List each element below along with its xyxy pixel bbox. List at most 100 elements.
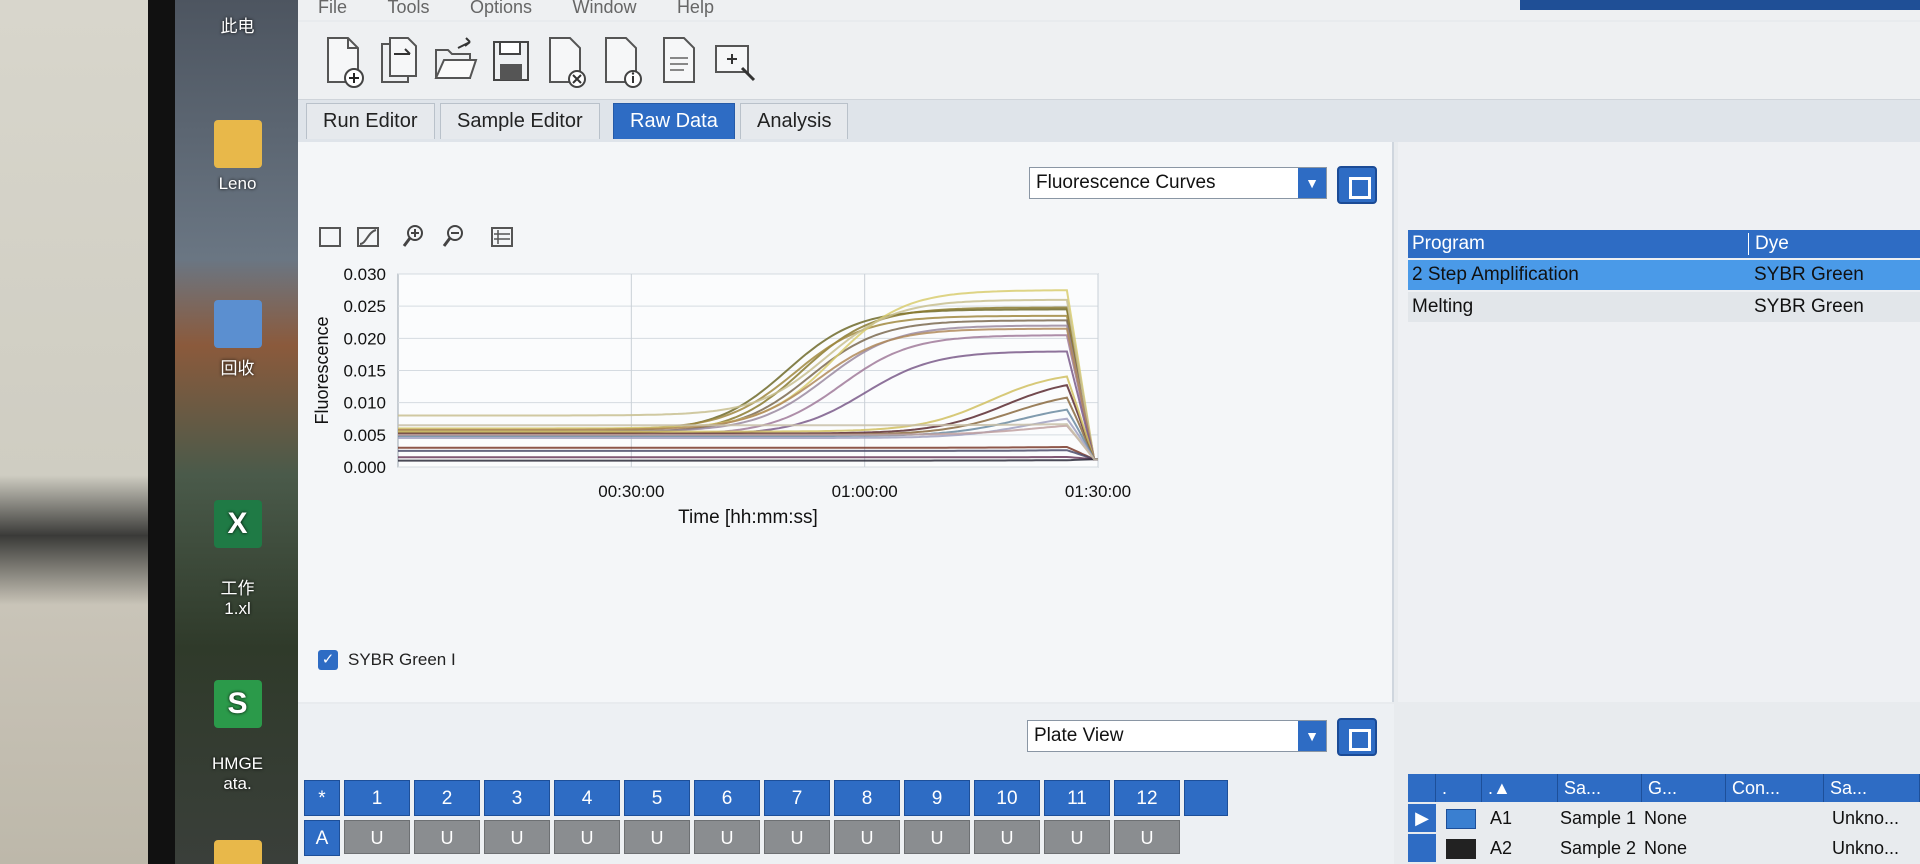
program-row[interactable]: 2 Step Amplification SYBR Green bbox=[1408, 260, 1920, 290]
plate-view-select[interactable]: Plate View ▼ bbox=[1027, 720, 1327, 752]
plate-well[interactable]: U bbox=[1114, 820, 1180, 854]
plate-column-header[interactable]: 7 bbox=[764, 780, 830, 816]
plate-header-filler bbox=[1184, 780, 1228, 816]
menu-options[interactable]: Options bbox=[470, 0, 532, 18]
plate-well[interactable]: U bbox=[974, 820, 1040, 854]
zoom-out-icon[interactable] bbox=[440, 222, 468, 250]
menu-help[interactable]: Help bbox=[677, 0, 714, 18]
plate-column-header[interactable]: 6 bbox=[694, 780, 760, 816]
program-row[interactable]: Melting SYBR Green bbox=[1408, 292, 1920, 322]
file-info-icon[interactable] bbox=[600, 34, 646, 90]
sample-header-name[interactable]: Sa... bbox=[1558, 774, 1642, 802]
plate-column-header[interactable]: 9 bbox=[904, 780, 970, 816]
plate-well[interactable]: U bbox=[1044, 820, 1110, 854]
x-tick-label: 01:00:00 bbox=[832, 482, 898, 501]
sample-header-col[interactable]: . bbox=[1436, 774, 1482, 802]
desktop-icon-excel[interactable]: X 工作 1.xl bbox=[175, 480, 300, 619]
sample-header-group[interactable]: G... bbox=[1642, 774, 1726, 802]
x-axis-label: Time [hh:mm:ss] bbox=[678, 507, 818, 528]
plate-column-header[interactable]: 10 bbox=[974, 780, 1040, 816]
sample-type: Unkno... bbox=[1832, 838, 1900, 858]
zoom-select-icon[interactable] bbox=[712, 34, 758, 90]
desktop-icon-label: Leno bbox=[218, 174, 257, 193]
plate-well[interactable]: U bbox=[484, 820, 550, 854]
sample-header-concentration[interactable]: Con... bbox=[1726, 774, 1824, 802]
plate-row-header[interactable]: A bbox=[304, 820, 340, 856]
y-tick-label: 0.005 bbox=[343, 426, 386, 445]
program-panel: Program Dye 2 Step Amplification SYBR Gr… bbox=[1398, 142, 1920, 702]
plate-well[interactable]: U bbox=[344, 820, 410, 854]
column-dye[interactable]: Dye bbox=[1748, 233, 1789, 255]
plate-column-header[interactable]: 12 bbox=[1114, 780, 1180, 816]
desktop-icon-recycle-bin[interactable]: 回收 bbox=[175, 300, 300, 379]
legend-label: SYBR Green I bbox=[348, 650, 456, 669]
menu-file[interactable]: File bbox=[318, 0, 347, 18]
desktop: 此电 Leno 回收 X 工作 1.xl S HMGE ata. bbox=[175, 0, 300, 864]
copy-file-icon[interactable] bbox=[376, 34, 422, 90]
select-rect-icon[interactable] bbox=[316, 222, 344, 250]
program-table-header: Program Dye bbox=[1408, 230, 1920, 258]
tab-sample-editor[interactable]: Sample Editor bbox=[440, 103, 600, 139]
tab-analysis[interactable]: Analysis bbox=[740, 103, 849, 139]
sample-position: A2 bbox=[1490, 838, 1513, 858]
close-file-icon[interactable] bbox=[544, 34, 590, 90]
desktop-icon-sheet[interactable]: S HMGE ata. bbox=[175, 660, 300, 794]
sample-name: Sample 1 bbox=[1560, 808, 1637, 828]
plate-well[interactable]: U bbox=[694, 820, 760, 854]
chart-settings-icon[interactable] bbox=[488, 222, 516, 250]
desktop-icon-folder-2[interactable] bbox=[175, 840, 300, 864]
plate-column-header[interactable]: 3 bbox=[484, 780, 550, 816]
excel-icon: X bbox=[213, 500, 262, 548]
open-folder-icon[interactable] bbox=[432, 34, 478, 90]
plate-well[interactable]: U bbox=[624, 820, 690, 854]
toolbar bbox=[298, 22, 1920, 100]
maximize-chart-button[interactable] bbox=[1337, 166, 1377, 204]
chevron-down-icon[interactable]: ▼ bbox=[1298, 721, 1326, 751]
plate-column-header[interactable]: 11 bbox=[1044, 780, 1110, 816]
program-name: 2 Step Amplification bbox=[1412, 264, 1579, 285]
plate-well[interactable]: U bbox=[834, 820, 900, 854]
plate-corner[interactable]: * bbox=[304, 780, 340, 816]
plate-column-header[interactable]: 8 bbox=[834, 780, 900, 816]
sample-header-type[interactable]: Sa... bbox=[1824, 774, 1920, 802]
plate-column-header[interactable]: 2 bbox=[414, 780, 480, 816]
plate-well[interactable]: U bbox=[554, 820, 620, 854]
menu-tools[interactable]: Tools bbox=[387, 0, 429, 18]
plate-well[interactable]: U bbox=[414, 820, 480, 854]
program-dye: SYBR Green bbox=[1754, 264, 1864, 285]
plate-well[interactable]: U bbox=[904, 820, 970, 854]
tab-raw-data[interactable]: Raw Data bbox=[613, 103, 735, 139]
maximize-plate-button[interactable] bbox=[1337, 718, 1377, 756]
x-tick-label: 01:30:00 bbox=[1065, 482, 1131, 501]
desktop-icon-label: HMGE ata. bbox=[212, 754, 263, 793]
chart-view-select-value: Fluorescence Curves bbox=[1036, 172, 1216, 193]
program-dye: SYBR Green bbox=[1754, 296, 1864, 317]
new-file-icon[interactable] bbox=[320, 34, 366, 90]
sample-name: Sample 2 bbox=[1560, 838, 1637, 858]
chart-view-select[interactable]: Fluorescence Curves ▼ bbox=[1029, 167, 1327, 199]
color-select[interactable] bbox=[1446, 804, 1476, 832]
plate-well[interactable]: U bbox=[764, 820, 830, 854]
desktop-icon-this-pc[interactable]: 此电 bbox=[175, 12, 300, 37]
y-tick-label: 0.000 bbox=[343, 458, 386, 477]
column-program[interactable]: Program bbox=[1412, 233, 1485, 255]
plate-column-header[interactable]: 5 bbox=[624, 780, 690, 816]
fluorescence-chart[interactable]: 0.000 0.005 0.010 0.015 0.020 0.025 0.030 00:30… bbox=[298, 262, 1394, 647]
desktop-icon-folder[interactable]: Leno bbox=[175, 120, 300, 194]
document-icon[interactable] bbox=[656, 34, 702, 90]
autoscale-icon[interactable] bbox=[354, 222, 382, 250]
save-icon[interactable] bbox=[488, 34, 534, 90]
legend-checkbox[interactable]: ✓ bbox=[318, 650, 338, 670]
sample-header-col[interactable] bbox=[1408, 774, 1436, 802]
sample-position: A1 bbox=[1490, 808, 1513, 828]
x-tick-label: 00:30:00 bbox=[598, 482, 664, 501]
chevron-down-icon[interactable]: ▼ bbox=[1298, 168, 1326, 198]
color-swatch[interactable] bbox=[1446, 834, 1476, 862]
sample-header-col[interactable]: .▲ bbox=[1482, 774, 1558, 802]
zoom-in-icon[interactable] bbox=[400, 222, 428, 250]
sheet-app-icon: S bbox=[213, 680, 262, 728]
plate-column-header[interactable]: 4 bbox=[554, 780, 620, 816]
plate-column-header[interactable]: 1 bbox=[344, 780, 410, 816]
tab-run-editor[interactable]: Run Editor bbox=[306, 103, 435, 139]
menu-window[interactable]: Window bbox=[572, 0, 636, 18]
